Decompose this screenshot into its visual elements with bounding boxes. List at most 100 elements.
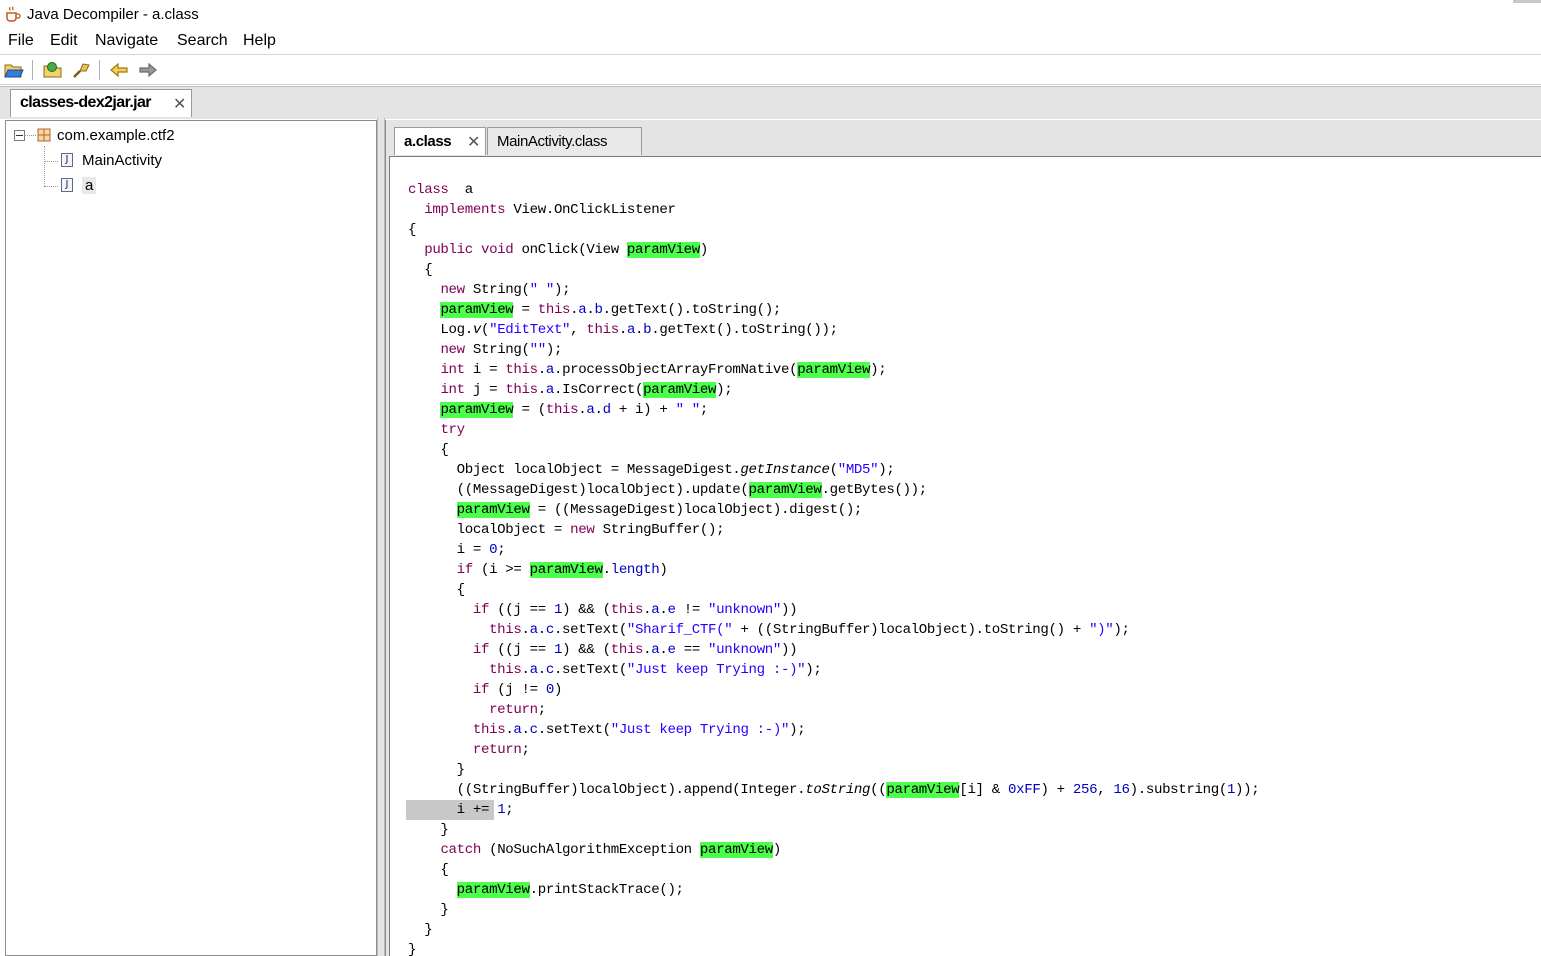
- code-line: paramView = this.a.b.getText().toString(…: [408, 300, 781, 320]
- code-text: ): [699, 242, 708, 258]
- code-text: );: [805, 662, 822, 678]
- highlighted-variable[interactable]: paramView: [456, 502, 530, 518]
- toolbar-separator: [32, 60, 33, 80]
- menu-search[interactable]: Search: [177, 32, 228, 50]
- highlighted-variable[interactable]: paramView: [797, 362, 871, 378]
- code-text: localObject =: [408, 522, 571, 538]
- tree-item-a[interactable]: J a: [61, 174, 97, 196]
- code-text: }: [408, 922, 433, 938]
- code-text: Object localObject = MessageDigest.: [408, 462, 741, 478]
- code-text: .: [521, 722, 530, 738]
- code-text: }: [408, 942, 417, 956]
- highlighted-variable[interactable]: paramView: [886, 782, 960, 798]
- code-text: .: [659, 642, 668, 658]
- highlighted-variable[interactable]: paramView: [440, 302, 514, 318]
- code-text: + i) +: [610, 402, 676, 418]
- highlighted-variable[interactable]: paramView: [643, 382, 716, 398]
- code-keyword: if: [456, 562, 474, 578]
- tab-classes-dex2jar[interactable]: classes-dex2jar.jar ✕: [10, 89, 192, 117]
- code-text: }: [408, 902, 449, 918]
- forward-button[interactable]: [137, 59, 159, 81]
- panel-splitter[interactable]: [377, 118, 385, 956]
- tab-label: MainActivity.class: [497, 133, 608, 150]
- code-line: try: [408, 420, 465, 440]
- code-static-method: getInstance: [740, 462, 830, 478]
- code-text: a: [448, 182, 473, 198]
- code-text: ,: [570, 322, 587, 338]
- code-string: "EditText": [489, 322, 571, 338]
- menu-file[interactable]: File: [8, 32, 34, 50]
- code-text: .IsCorrect(: [553, 382, 644, 398]
- code-text: ,: [1097, 782, 1114, 798]
- code-line: }: [408, 760, 465, 780]
- window-corner: [1513, 0, 1541, 3]
- code-line: }: [408, 820, 448, 840]
- code-text: =: [513, 302, 538, 318]
- code-line: }: [408, 900, 449, 920]
- code-text: .: [602, 562, 611, 578]
- code-keyword: this: [505, 382, 538, 398]
- code-line: if ((j == 1) && (this.a.e == "unknown")): [408, 640, 798, 660]
- code-text: .: [521, 622, 530, 638]
- code-text: i =: [464, 362, 506, 378]
- code-line: {: [408, 860, 449, 880]
- highlighted-variable[interactable]: paramView: [748, 482, 822, 498]
- code-line: }: [408, 920, 432, 940]
- highlighted-variable[interactable]: paramView: [626, 242, 700, 258]
- highlighted-variable[interactable]: paramView: [456, 882, 530, 898]
- close-icon[interactable]: ✕: [173, 94, 186, 114]
- code-text: String(: [464, 282, 530, 298]
- code-editor[interactable]: class a implements View.OnClickListener {…: [389, 156, 1541, 956]
- close-icon[interactable]: ✕: [467, 132, 480, 152]
- menu-bar: File Edit Navigate Search Help: [0, 30, 1541, 55]
- code-keyword: new: [440, 342, 465, 358]
- code-line: new String(" ");: [408, 280, 570, 300]
- code-field: b: [594, 302, 603, 318]
- open-file-button[interactable]: [3, 59, 25, 81]
- code-text: {: [408, 582, 465, 598]
- code-line: paramView.printStackTrace();: [408, 880, 684, 900]
- menu-navigate[interactable]: Navigate: [95, 32, 158, 50]
- toolbar-separator: [99, 60, 100, 80]
- code-text: .: [537, 622, 546, 638]
- menu-edit[interactable]: Edit: [50, 32, 78, 50]
- code-text: onClick(View: [513, 242, 627, 258]
- tree-connector: [44, 186, 58, 187]
- code-text: )): [781, 642, 798, 658]
- code-line: {: [408, 260, 432, 280]
- code-line: this.a.c.setText("Just keep Trying :-)")…: [408, 720, 806, 740]
- code-line: ((StringBuffer)localObject).append(Integ…: [408, 780, 1260, 800]
- tree-item-package[interactable]: com.example.ctf2: [37, 124, 175, 146]
- title-bar: Java Decompiler - a.class: [0, 0, 1541, 30]
- code-field: e: [667, 642, 676, 658]
- code-line: {: [408, 220, 416, 240]
- tab-a-class[interactable]: a.class ✕: [394, 127, 486, 155]
- code-keyword: class: [408, 182, 449, 198]
- tree-item-mainactivity[interactable]: J MainActivity: [61, 149, 162, 171]
- highlighted-variable[interactable]: paramView: [529, 562, 603, 578]
- code-line: new String("");: [408, 340, 562, 360]
- find-icon: [73, 63, 90, 78]
- package-tree-panel: [5, 120, 377, 956]
- code-text: ;: [505, 802, 514, 818]
- back-button[interactable]: [108, 59, 130, 81]
- find-button[interactable]: [70, 59, 92, 81]
- code-text: );: [553, 282, 571, 298]
- highlighted-variable[interactable]: paramView: [699, 842, 773, 858]
- code-field: c: [545, 622, 554, 638]
- code-line: catch (NoSuchAlgorithmException paramVie…: [408, 840, 781, 860]
- code-text: {: [408, 862, 449, 878]
- code-text: .processObjectArrayFromNative(: [553, 362, 798, 378]
- class-label: a: [82, 176, 97, 194]
- open-type-button[interactable]: [42, 59, 64, 81]
- forward-icon: [139, 62, 157, 78]
- highlighted-variable[interactable]: paramView: [440, 402, 514, 418]
- tab-label: a.class: [404, 133, 452, 150]
- code-keyword: this: [472, 722, 506, 738]
- menu-help[interactable]: Help: [243, 32, 276, 50]
- tab-mainactivity-class[interactable]: MainActivity.class: [487, 127, 642, 155]
